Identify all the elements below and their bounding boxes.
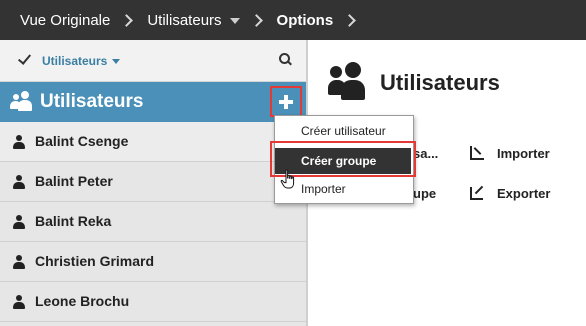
list-item[interactable]: Christien Grimard — [0, 242, 306, 282]
filter-bar: Utilisateurs — [0, 40, 306, 82]
user-icon — [13, 135, 25, 149]
add-button[interactable] — [270, 86, 302, 117]
import-button[interactable]: Importer — [497, 146, 550, 161]
filter-label: Utilisateurs — [42, 54, 108, 68]
list-item[interactable]: Balint Peter — [0, 162, 306, 202]
caret-down-icon — [112, 59, 121, 65]
breadcrumb-item-vue-originale[interactable]: Vue Originale — [20, 12, 110, 29]
import-icon — [470, 146, 484, 160]
breadcrumb-item-utilisateurs[interactable]: Utilisateurs — [147, 11, 240, 29]
page-title: Utilisateurs — [380, 70, 500, 95]
caret-down-icon — [229, 17, 240, 24]
list-item[interactable]: Balint Reka — [0, 202, 306, 242]
check-icon — [19, 52, 29, 64]
user-name: Balint Reka — [35, 213, 112, 229]
user-icon — [13, 175, 25, 189]
section-header: Utilisateurs — [0, 82, 306, 122]
breadcrumb-item-options[interactable]: Options — [277, 12, 334, 29]
chevron-right-icon — [120, 13, 134, 27]
user-icon — [13, 295, 25, 309]
section-title: Utilisateurs — [40, 91, 144, 112]
user-list: Balint Csenge Balint Peter Balint Reka C… — [0, 122, 306, 322]
user-name: Balint Peter — [35, 173, 113, 189]
action-partial-2[interactable]: upe — [413, 186, 436, 201]
filter-dropdown[interactable]: Utilisateurs — [42, 54, 121, 68]
list-item[interactable]: Leone Brochu — [0, 282, 306, 322]
action-partial-1[interactable]: sa... — [413, 146, 438, 161]
user-name: Balint Csenge — [35, 133, 129, 149]
user-icon — [13, 215, 25, 229]
hand-cursor-icon — [280, 169, 295, 189]
export-icon — [470, 185, 484, 200]
breadcrumb-bar: Vue Originale Utilisateurs Options — [0, 0, 586, 40]
export-button[interactable]: Exporter — [497, 186, 550, 201]
users-icon — [10, 91, 36, 111]
breadcrumb-label: Utilisateurs — [147, 11, 222, 29]
users-icon — [328, 62, 372, 100]
user-name: Leone Brochu — [35, 293, 130, 309]
chevron-right-icon — [343, 13, 357, 27]
list-item[interactable]: Balint Csenge — [0, 122, 306, 162]
left-panel: Utilisateurs Utilisateurs Balint Csenge … — [0, 40, 306, 326]
search-icon[interactable] — [279, 53, 293, 67]
chevron-right-icon — [249, 13, 263, 27]
user-icon — [13, 255, 25, 269]
user-name: Christien Grimard — [35, 253, 155, 269]
